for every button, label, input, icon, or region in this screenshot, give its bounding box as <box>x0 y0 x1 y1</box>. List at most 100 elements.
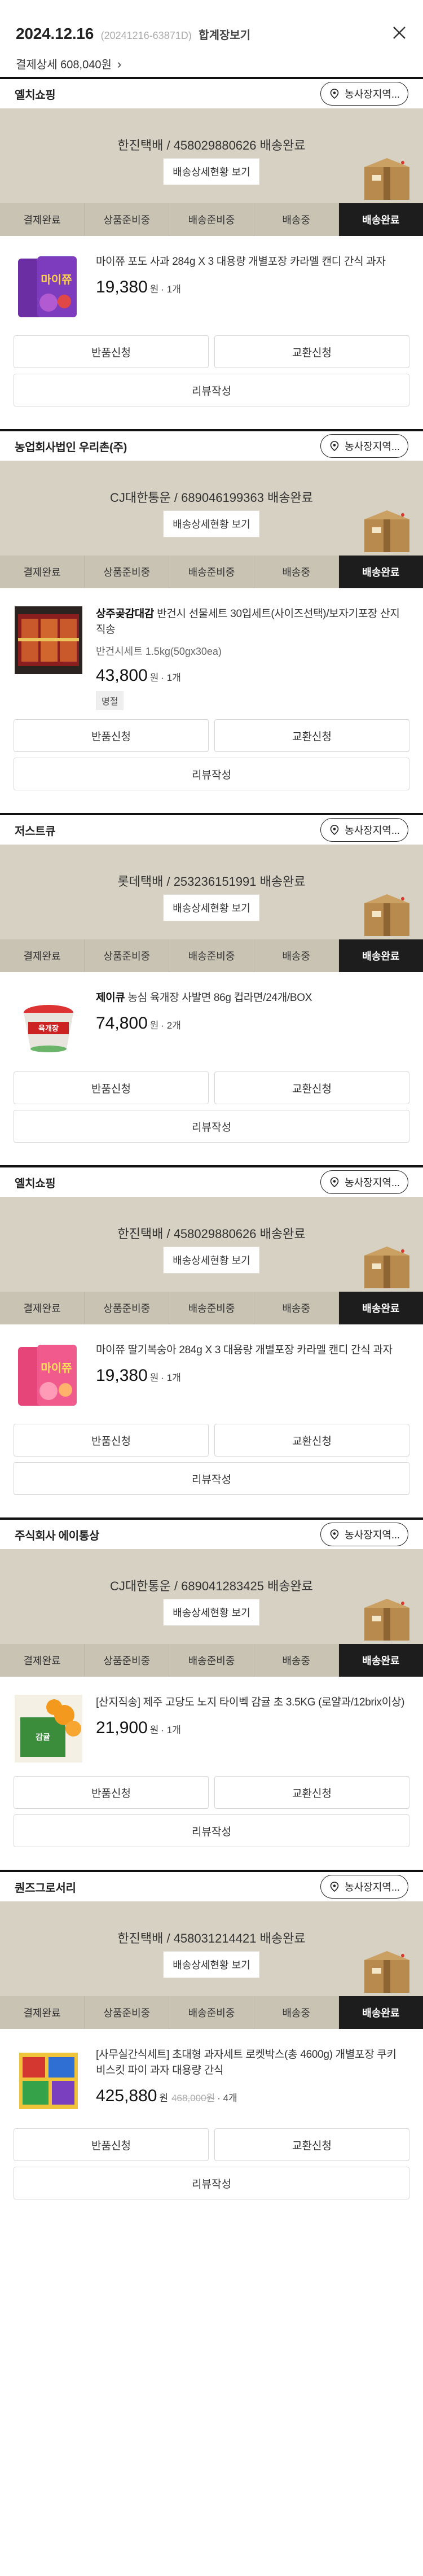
delivered-box-icon <box>364 1599 409 1641</box>
exchange-button[interactable]: 교환신청 <box>214 2128 409 2161</box>
step-3: 배송중 <box>254 1292 339 1324</box>
ask-seller-button[interactable]: 농사장지역... <box>320 1523 408 1546</box>
return-button[interactable]: 반품신청 <box>14 1424 209 1457</box>
ask-seller-button[interactable]: 농사장지역... <box>320 1875 408 1899</box>
step-3: 배송중 <box>254 939 339 972</box>
product-row[interactable]: [사무실간식세트] 초대형 과자세트 로켓박스(총 4600g) 개별포장 쿠키… <box>0 2029 423 2119</box>
product-title[interactable]: 마이쮸 포도 사과 284g X 3 대용량 개별포장 카라멜 캔디 간식 과자 <box>96 254 408 270</box>
return-button[interactable]: 반품신청 <box>14 335 209 368</box>
seller-row: 주식회사 에이통상 농사장지역... <box>0 1520 423 1549</box>
step-4: 배송완료 <box>338 939 423 972</box>
product-price: 19,380 원 · 1개 <box>96 1366 181 1385</box>
delivery-steps: 결제완료 상품준비중 배송준비중 배송중 배송완료 <box>0 556 423 588</box>
return-button[interactable]: 반품신청 <box>14 719 209 752</box>
close-icon[interactable] <box>389 23 409 43</box>
ask-seller-button[interactable]: 농사장지역... <box>320 1170 408 1194</box>
order-number: (20241216-63871D) <box>100 30 192 41</box>
product-title[interactable]: 상주곶감대감 반건시 선물세트 30입세트(사이즈선택)/보자기포장 산지직송 <box>96 606 408 638</box>
product-row[interactable]: 상주곶감대감 반건시 선물세트 30입세트(사이즈선택)/보자기포장 산지직송 … <box>0 588 423 710</box>
seller-row: 저스트큐 농사장지역... <box>0 815 423 845</box>
step-0: 결제완료 <box>0 1292 85 1324</box>
original-price: 468,000원 <box>171 2093 215 2103</box>
step-2: 배송준비중 <box>169 1644 254 1677</box>
product-info: [사무실간식세트] 초대형 과자세트 로켓박스(총 4600g) 개별포장 쿠키… <box>96 2047 408 2119</box>
order-date: 2024.12.16 <box>16 25 94 42</box>
product-quantity: · 4개 <box>217 2093 237 2103</box>
step-1: 상품준비중 <box>85 1996 170 2029</box>
order-actions: 반품신청 교환신청 리뷰작성 <box>0 1415 423 1517</box>
merge-view-link[interactable]: 합계장보기 <box>199 29 250 42</box>
product-title[interactable]: [사무실간식세트] 초대형 과자세트 로켓박스(총 4600g) 개별포장 쿠키… <box>96 2047 408 2079</box>
location-pin-icon <box>330 1882 339 1892</box>
product-title[interactable]: 마이쮸 딸기복숭아 284g X 3 대용량 개별포장 카라멜 캔디 간식 과자 <box>96 1342 408 1358</box>
delivery-detail-button[interactable]: 배송상세현황 보기 <box>163 1247 260 1274</box>
review-button[interactable]: 리뷰작성 <box>14 2167 409 2199</box>
return-button[interactable]: 반품신청 <box>14 1776 209 1809</box>
product-thumbnail[interactable]: 마이쮸 <box>15 1342 82 1410</box>
step-1: 상품준비중 <box>85 1644 170 1677</box>
shipment-card: 농업회사법인 우리촌(주) 농사장지역... CJ대한통운 / 68904619… <box>0 429 423 813</box>
exchange-button[interactable]: 교환신청 <box>214 1424 409 1457</box>
return-button[interactable]: 반품신청 <box>14 1071 209 1104</box>
review-button[interactable]: 리뷰작성 <box>14 758 409 790</box>
product-title[interactable]: 제이큐 농심 육개장 사발면 86g 컵라면/24개/BOX <box>96 990 408 1006</box>
step-4: 배송완료 <box>338 1644 423 1677</box>
product-row[interactable]: 감귤 [산지직송] 제주 고당도 노지 타이벡 감귤 초 3.5KG (로얄과/… <box>0 1677 423 1767</box>
step-3: 배송중 <box>254 203 339 236</box>
shipment-card: 옐치쇼핑 농사장지역... 한진택배 / 458029880626 배송완료 배… <box>0 1165 423 1517</box>
product-quantity: · 1개 <box>161 1372 181 1383</box>
payment-summary-link[interactable]: 결제상세 608,040원 › <box>16 55 407 72</box>
delivery-status-banner: 롯데택배 / 253236151991 배송완료 배송상세현황 보기 결제완료 상… <box>0 845 423 972</box>
seller-name: 저스트큐 <box>15 825 56 838</box>
step-4: 배송완료 <box>338 203 423 236</box>
location-pin-icon <box>330 441 339 452</box>
seller-row: 옐치쇼핑 농사장지역... <box>0 1167 423 1197</box>
tracking-info: 한진택배 / 458031214421 배송완료 <box>117 1931 306 1945</box>
product-quantity: · 2개 <box>161 1020 181 1031</box>
product-row[interactable]: 마이쮸 마이쮸 딸기복숭아 284g X 3 대용량 개별포장 카라멜 캔디 간… <box>0 1324 423 1415</box>
exchange-button[interactable]: 교환신청 <box>214 1776 409 1809</box>
delivery-detail-button[interactable]: 배송상세현황 보기 <box>163 158 260 185</box>
step-0: 결제완료 <box>0 203 85 236</box>
review-button[interactable]: 리뷰작성 <box>14 374 409 406</box>
order-actions: 반품신청 교환신청 리뷰작성 <box>0 1062 423 1165</box>
product-thumbnail[interactable]: 감귤 <box>15 1695 82 1762</box>
product-thumbnail[interactable]: 육개장 <box>15 990 82 1058</box>
product-thumbnail[interactable] <box>15 2047 82 2115</box>
step-3: 배송중 <box>254 1644 339 1677</box>
review-button[interactable]: 리뷰작성 <box>14 1814 409 1847</box>
location-pin-icon <box>330 825 339 836</box>
product-row[interactable]: 마이쮸 마이쮸 포도 사과 284g X 3 대용량 개별포장 카라멜 캔디 간… <box>0 236 423 326</box>
seller-row: 퀀즈그로서리 농사장지역... <box>0 1872 423 1901</box>
return-button[interactable]: 반품신청 <box>14 2128 209 2161</box>
product-thumbnail[interactable]: 마이쮸 <box>15 254 82 322</box>
tracking-info: 한진택배 / 458029880626 배송완료 <box>117 138 306 152</box>
product-info: 마이쮸 딸기복숭아 284g X 3 대용량 개별포장 카라멜 캔디 간식 과자… <box>96 1342 408 1415</box>
ask-seller-button[interactable]: 농사장지역... <box>320 434 408 458</box>
delivery-detail-button[interactable]: 배송상세현황 보기 <box>163 894 260 921</box>
delivery-steps: 결제완료 상품준비중 배송준비중 배송중 배송완료 <box>0 1996 423 2029</box>
ask-seller-button[interactable]: 농사장지역... <box>320 82 408 106</box>
delivery-detail-button[interactable]: 배송상세현황 보기 <box>163 1599 260 1626</box>
order-actions: 반품신청 교환신청 리뷰작성 <box>0 2119 423 2222</box>
exchange-button[interactable]: 교환신청 <box>214 335 409 368</box>
product-tag: 명절 <box>96 691 124 710</box>
exchange-button[interactable]: 교환신청 <box>214 719 409 752</box>
delivery-detail-button[interactable]: 배송상세현황 보기 <box>163 510 260 537</box>
product-title[interactable]: [산지직송] 제주 고당도 노지 타이벡 감귤 초 3.5KG (로얄과/12b… <box>96 1695 408 1711</box>
product-info: 제이큐 농심 육개장 사발면 86g 컵라면/24개/BOX 74,800 원 · … <box>96 990 408 1062</box>
product-row[interactable]: 육개장 제이큐 농심 육개장 사발면 86g 컵라면/24개/BOX 74,80… <box>0 972 423 1062</box>
product-thumbnail[interactable] <box>15 606 82 674</box>
tracking-info: CJ대한통운 / 689046199363 배송완료 <box>109 491 314 505</box>
delivery-detail-button[interactable]: 배송상세현황 보기 <box>163 1951 260 1978</box>
delivery-status-banner: CJ대한통운 / 689046199363 배송완료 배송상세현황 보기 결제완… <box>0 461 423 588</box>
delivery-steps: 결제완료 상품준비중 배송준비중 배송중 배송완료 <box>0 1292 423 1324</box>
step-3: 배송중 <box>254 1996 339 2029</box>
review-button[interactable]: 리뷰작성 <box>14 1110 409 1143</box>
step-4: 배송완료 <box>338 556 423 588</box>
exchange-button[interactable]: 교환신청 <box>214 1071 409 1104</box>
svg-text:마이쮸: 마이쮸 <box>41 273 72 286</box>
review-button[interactable]: 리뷰작성 <box>14 1462 409 1495</box>
product-info: 상주곶감대감 반건시 선물세트 30입세트(사이즈선택)/보자기포장 산지직송 … <box>96 606 408 710</box>
ask-seller-button[interactable]: 농사장지역... <box>320 818 408 842</box>
